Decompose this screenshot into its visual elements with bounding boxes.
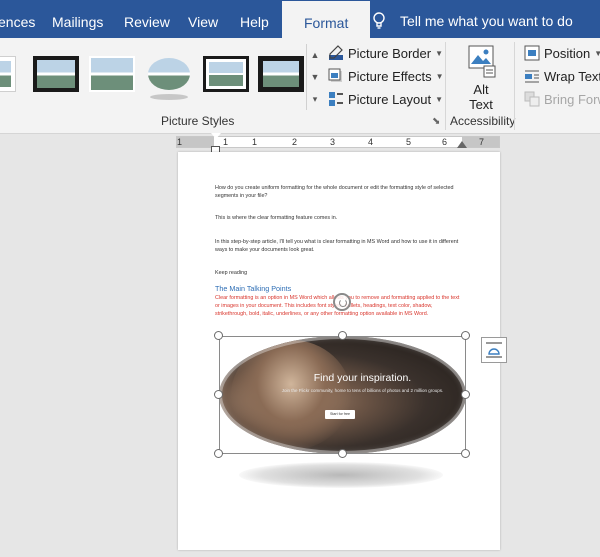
picture-style-thumb-oval[interactable] xyxy=(146,56,192,100)
lightbulb-icon xyxy=(373,12,385,29)
first-line-indent-marker[interactable] xyxy=(211,133,221,139)
ribbon: ▲ ▼ ▾ Picture Border ▼ Picture Effects ▼… xyxy=(0,38,600,134)
tab-mailings[interactable]: Mailings xyxy=(52,0,103,42)
picture-effects-button[interactable]: Picture Effects ▼ xyxy=(328,65,444,87)
picture-layout-icon xyxy=(329,92,343,106)
section-heading: The Main Talking Points xyxy=(215,284,292,293)
tell-me-search[interactable]: Tell me what you want to do xyxy=(372,0,573,42)
picture-layout-label: Picture Layout xyxy=(348,91,432,107)
body-paragraph: Keep reading xyxy=(215,270,248,276)
tab-references[interactable]: ences xyxy=(0,0,35,42)
picture-style-thumb[interactable] xyxy=(203,56,249,92)
horizontal-ruler[interactable]: 1 1 1 2 3 4 5 6 7 xyxy=(176,136,500,148)
ruler-tick-label: 1 xyxy=(177,137,183,147)
alt-text-icon xyxy=(466,44,496,78)
group-separator xyxy=(445,42,446,130)
picture-border-label: Picture Border xyxy=(348,45,432,61)
wrap-text-button[interactable]: Wrap Text xyxy=(524,65,600,87)
ruler-tick-label: 4 xyxy=(368,137,374,147)
tab-help[interactable]: Help xyxy=(240,0,269,42)
gallery-more-icon[interactable]: ▾ xyxy=(307,88,323,110)
layout-options-button[interactable] xyxy=(481,337,507,363)
picture-style-thumb[interactable] xyxy=(33,56,79,92)
ruler-tick-label: 3 xyxy=(330,137,336,147)
resize-handle-top[interactable] xyxy=(338,331,347,340)
tab-review[interactable]: Review xyxy=(124,0,170,42)
chevron-down-icon: ▼ xyxy=(435,71,444,81)
picture-effects-label: Picture Effects xyxy=(348,68,432,84)
accessibility-group-label: Accessibility xyxy=(450,114,516,128)
alt-text-label-line2: Text xyxy=(469,97,493,112)
picture-styles-group-label: Picture Styles xyxy=(161,114,235,128)
resize-handle-bottom-right[interactable] xyxy=(461,449,470,458)
layout-options-icon xyxy=(486,342,502,358)
ruler-tick-label: 7 xyxy=(479,137,485,147)
picture-reflection xyxy=(239,462,443,488)
body-paragraph: How do you create uniform formatting for… xyxy=(215,185,454,199)
wrap-text-icon xyxy=(525,70,539,83)
bring-forward-icon xyxy=(524,91,540,107)
picture-border-icon xyxy=(329,45,343,60)
gallery-scroll-up-icon[interactable]: ▲ xyxy=(307,44,323,66)
picture-border-button[interactable]: Picture Border ▼ xyxy=(328,42,443,64)
rotate-handle-icon[interactable] xyxy=(333,293,351,311)
ruler-tick-label: 5 xyxy=(406,137,412,147)
wrap-text-label: Wrap Text xyxy=(544,68,600,84)
body-paragraph: In this step-by-step article, I'll tell … xyxy=(215,239,459,253)
picture-styles-gallery: ▲ ▼ ▾ xyxy=(0,44,322,110)
tab-view[interactable]: View xyxy=(188,0,218,42)
body-paragraph: This is where the clear formatting featu… xyxy=(215,215,338,221)
group-separator xyxy=(514,42,515,130)
picture-layout-button[interactable]: Picture Layout ▼ xyxy=(328,88,443,110)
resize-handle-top-left[interactable] xyxy=(214,331,223,340)
ruler-tick-label: 1 xyxy=(252,137,258,147)
alt-text-button[interactable]: Alt Text xyxy=(460,44,502,112)
ruler-tick-label: 1 xyxy=(223,137,229,147)
tab-format[interactable]: Format xyxy=(282,0,371,42)
ruler-tick-label: 6 xyxy=(442,137,448,147)
position-icon xyxy=(524,45,540,61)
resize-handle-top-right[interactable] xyxy=(461,331,470,340)
chevron-down-icon: ▼ xyxy=(435,94,444,104)
tell-me-label: Tell me what you want to do xyxy=(400,13,573,29)
gallery-scroll-down-icon[interactable]: ▼ xyxy=(307,66,323,88)
resize-handle-right[interactable] xyxy=(461,390,470,399)
chevron-down-icon: ▼ xyxy=(435,48,444,58)
position-label: Position xyxy=(544,45,591,61)
picture-style-thumb[interactable] xyxy=(0,56,16,92)
chevron-down-icon: ▼ xyxy=(594,48,600,58)
gallery-scroll: ▲ ▼ ▾ xyxy=(306,44,322,110)
resize-handle-bottom-left[interactable] xyxy=(214,449,223,458)
picture-style-thumb[interactable] xyxy=(89,56,135,92)
ruler-left-margin xyxy=(177,137,214,147)
position-button[interactable]: Position ▼ xyxy=(524,42,600,64)
alt-text-label-line1: Alt xyxy=(473,82,489,97)
ribbon-tab-bar: ences Mailings Review View Help Format T… xyxy=(0,0,600,42)
dialog-launcher-icon[interactable]: ⬊ xyxy=(432,116,440,127)
right-indent-marker[interactable] xyxy=(457,141,467,148)
ruler-tick-label: 2 xyxy=(292,137,298,147)
resize-handle-bottom[interactable] xyxy=(338,449,347,458)
bring-forward-label: Bring Forw xyxy=(544,91,600,107)
resize-handle-left[interactable] xyxy=(214,390,223,399)
picture-style-thumb[interactable] xyxy=(258,56,304,92)
bring-forward-button[interactable]: Bring Forw xyxy=(524,88,600,110)
picture-effects-icon xyxy=(328,68,342,82)
selection-frame xyxy=(219,336,466,454)
